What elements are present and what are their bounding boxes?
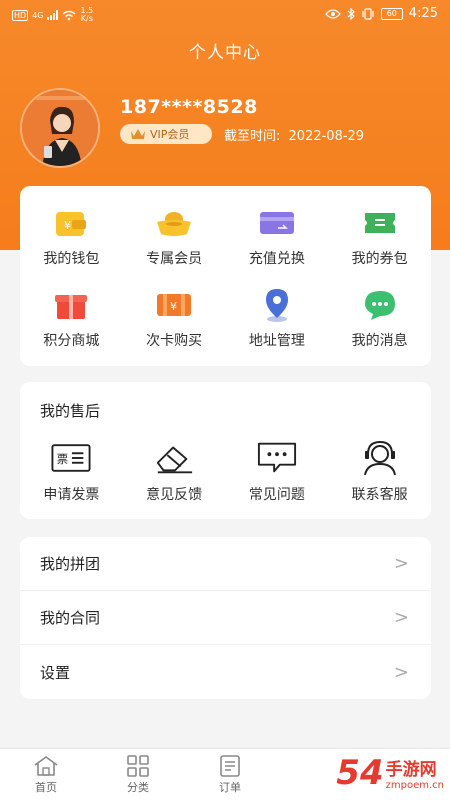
service-label: 我的消息 [351,333,408,349]
expire-label: 截至时间: [224,129,281,144]
net-speed-unit: K/s [80,14,93,23]
after-sale-label: 常见问题 [248,487,305,503]
clock: 4:25 [408,6,438,21]
watermark-title: 手游网 [385,760,437,780]
service-label: 我的券包 [351,251,408,267]
page-title: 个人中心 [189,43,261,63]
eye-icon [324,8,341,19]
network-type: 4G [32,10,44,20]
service-points-mall[interactable]: 积分商城 [20,286,123,368]
coupon-icon [361,204,399,242]
menu-item-label: 我的合同 [40,609,101,627]
order-icon [220,755,240,777]
bluetooth-icon [347,7,355,20]
menu-item-contract[interactable]: 我的合同 > [20,591,431,645]
message-dots-icon [257,440,297,476]
service-label: 专属会员 [146,251,203,267]
invoice-icon-text: 票 [57,452,68,466]
location-pin-icon [258,286,296,324]
invoice-icon: 票 [51,440,91,476]
nav-category[interactable]: 分类 [92,749,184,800]
nav-home[interactable]: 首页 [0,749,92,800]
services-card: ¥ 我的钱包 专属会员 充值兑换 我的券包 积分商城 ¥ 次卡购买 地址管理 我… [20,186,431,366]
service-address[interactable]: 地址管理 [226,286,329,368]
vip-badge[interactable]: VIP会员 [120,124,212,144]
nav-label: 订单 [219,781,241,794]
menu-item-label: 设置 [40,663,71,682]
after-sale-faq[interactable]: 常见问题 [226,440,329,504]
expire-info: 截至时间: 2022-08-29 [224,125,364,144]
service-label: 积分商城 [43,333,100,349]
vip-label: VIP会员 [150,128,190,141]
chevron-right-icon: > [393,661,409,683]
svg-text:¥: ¥ [64,219,71,232]
signal-icon [47,10,59,20]
watermark-text: 手游网 zmpoem.cn [386,755,444,791]
service-label: 次卡购买 [146,333,203,349]
card-icon [258,204,296,242]
after-sale-card: 我的售后 票 申请发票 意见反馈 常见问题 联系客服 [20,382,431,519]
chevron-right-icon: > [393,553,409,574]
wifi-icon [63,10,76,20]
after-sale-invoice[interactable]: 票 申请发票 [20,440,123,504]
grid-icon [127,755,149,777]
menu-card: 我的拼团 > 我的合同 > 设置 > [20,537,431,699]
wallet-icon: ¥ [52,204,90,242]
gold-ingot-icon [155,204,193,242]
avatar[interactable] [20,88,100,168]
status-bar: HD 4G 1.5 K/s 60 4:25 [0,0,450,30]
menu-item-group-buy[interactable]: 我的拼团 > [20,537,431,591]
nav-label: 首页 [35,781,57,794]
after-sale-label: 联系客服 [351,487,408,503]
service-coupon[interactable]: 我的券包 [328,204,431,286]
after-sale-title: 我的售后 [40,402,101,420]
service-label: 我的钱包 [43,251,100,267]
net-speed: 1.5 K/s [80,7,93,23]
crown-icon [131,129,145,139]
yen-card-icon: ¥ [155,286,193,324]
service-vip[interactable]: 专属会员 [123,204,226,286]
phone-number: 187****8528 [120,96,258,118]
battery-level: 60 [386,8,397,18]
watermark-logo: 54 手游网 zmpoem.cn [294,748,444,798]
service-messages[interactable]: 我的消息 [328,286,431,368]
headset-icon [360,440,400,476]
service-wallet[interactable]: ¥ 我的钱包 [20,204,123,286]
vibrate-icon [362,7,374,20]
nav-orders[interactable]: 订单 [184,749,276,800]
service-label: 地址管理 [248,333,305,349]
chevron-right-icon: > [393,607,409,628]
watermark-number: 54 [336,753,384,793]
nav-label: 分类 [127,781,149,794]
expire-date: 2022-08-29 [288,129,365,144]
hd-indicator: HD [12,9,29,21]
eraser-icon [154,440,194,476]
after-sale-label: 申请发票 [43,487,100,503]
battery-icon: 60 [380,7,403,20]
menu-item-settings[interactable]: 设置 > [20,645,431,699]
service-card-purchase[interactable]: ¥ 次卡购买 [123,286,226,368]
service-label: 充值兑换 [248,251,305,267]
service-recharge[interactable]: 充值兑换 [226,204,329,286]
after-sale-service[interactable]: 联系客服 [328,440,431,504]
watermark-domain: zmpoem.cn [385,780,444,791]
svg-text:¥: ¥ [170,300,177,313]
menu-item-label: 我的拼团 [40,555,101,573]
gift-icon [52,286,90,324]
chat-bubble-icon [361,286,399,324]
after-sale-label: 意见反馈 [146,487,203,503]
after-sale-feedback[interactable]: 意见反馈 [123,440,226,504]
home-icon [34,756,58,776]
